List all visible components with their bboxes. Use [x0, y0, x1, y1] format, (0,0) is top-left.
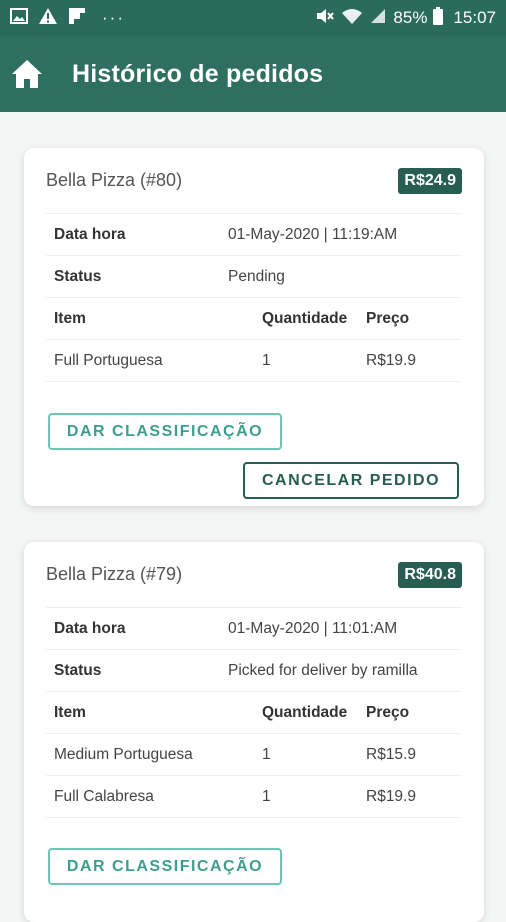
app-bar: Histórico de pedidos — [0, 36, 506, 112]
page-title: Histórico de pedidos — [72, 59, 324, 88]
wifi-icon — [341, 7, 363, 30]
order-total-badge: R$40.8 — [398, 561, 462, 588]
quantity-header: Quantidade — [262, 309, 348, 327]
status-row: Status Picked for deliver by ramilla — [46, 650, 462, 692]
order-card: Bella Pizza (#79) R$40.8 Data hora 01-Ma… — [24, 542, 484, 922]
mute-icon — [315, 7, 335, 30]
item-price: R$19.9 — [366, 787, 416, 805]
cancel-order-button[interactable]: CANCELAR PEDIDO — [243, 462, 459, 499]
table-row: Full Portuguesa 1 R$19.9 — [46, 340, 462, 382]
signal-icon — [369, 7, 387, 30]
item-price: R$15.9 — [366, 745, 416, 763]
order-title: Bella Pizza (#80) — [46, 170, 183, 190]
date-row: Data hora 01-May-2020 | 11:01:AM — [46, 608, 462, 650]
price-header: Preço — [366, 309, 410, 327]
items-header-row: Item Quantidade Preço — [46, 298, 462, 340]
item-quantity: 1 — [262, 787, 271, 805]
order-header: Bella Pizza (#80) R$24.9 — [46, 148, 462, 214]
items-header-row: Item Quantidade Preço — [46, 692, 462, 734]
image-icon — [10, 7, 28, 29]
rate-order-button[interactable]: DAR CLASSIFICAÇÃO — [48, 413, 282, 450]
order-card: Bella Pizza (#80) R$24.9 Data hora 01-Ma… — [24, 148, 484, 506]
home-icon — [12, 60, 42, 88]
status-bar: ··· 85% 15:07 — [0, 0, 506, 36]
battery-label: 85% — [393, 8, 428, 27]
item-header: Item — [54, 309, 86, 327]
order-total-badge: R$24.9 — [398, 167, 462, 194]
date-row: Data hora 01-May-2020 | 11:19:AM — [46, 214, 462, 256]
item-header: Item — [54, 703, 86, 721]
home-button[interactable] — [10, 57, 44, 91]
item-quantity: 1 — [262, 351, 271, 369]
rate-order-button[interactable]: DAR CLASSIFICAÇÃO — [48, 848, 282, 885]
status-row: Status Pending — [46, 256, 462, 298]
item-name: Medium Portuguesa — [54, 745, 193, 763]
date-label: Data hora — [54, 619, 126, 637]
item-name: Full Portuguesa — [54, 351, 163, 369]
item-price: R$19.9 — [366, 351, 416, 369]
more-dots-icon: ··· — [102, 8, 125, 27]
status-label: Status — [54, 661, 102, 679]
date-label: Data hora — [54, 225, 126, 243]
item-quantity: 1 — [262, 745, 271, 763]
flipboard-icon — [68, 7, 86, 30]
item-name: Full Calabresa — [54, 787, 154, 805]
table-row: Medium Portuguesa 1 R$15.9 — [46, 734, 462, 776]
date-value: 01-May-2020 | 11:19:AM — [228, 225, 398, 243]
battery-icon — [433, 6, 444, 30]
status-bar-notifications: ··· — [10, 7, 125, 30]
clock: 15:07 — [453, 8, 496, 27]
warning-icon — [38, 7, 58, 30]
order-header: Bella Pizza (#79) R$40.8 — [46, 542, 462, 608]
date-value: 01-May-2020 | 11:01:AM — [228, 619, 398, 637]
status-value: Pending — [228, 267, 285, 285]
order-title: Bella Pizza (#79) — [46, 564, 183, 584]
status-label: Status — [54, 267, 102, 285]
quantity-header: Quantidade — [262, 703, 348, 721]
price-header: Preço — [366, 703, 410, 721]
table-row: Full Calabresa 1 R$19.9 — [46, 776, 462, 818]
status-value: Picked for deliver by ramilla — [228, 661, 418, 679]
